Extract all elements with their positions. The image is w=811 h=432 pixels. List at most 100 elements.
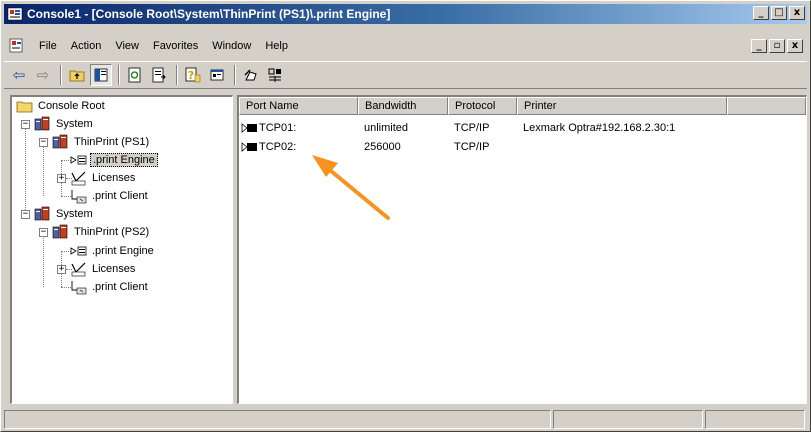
- back-button[interactable]: ⇦: [8, 64, 30, 86]
- tree-item-print-client-ps2[interactable]: .print Client: [70, 278, 150, 296]
- tree-item-label: Licenses: [92, 172, 136, 184]
- tree-item-console-root[interactable]: Console Root: [16, 97, 107, 115]
- export-list-icon: [152, 67, 166, 83]
- port-name: TCP02:: [259, 141, 297, 153]
- tree-collapse-toggle[interactable]: −: [39, 228, 48, 237]
- export-list-button[interactable]: [148, 64, 170, 86]
- child-minimize-button[interactable]: _: [751, 39, 767, 53]
- show-hide-tree-icon: [94, 68, 108, 82]
- toolbar-separator: [60, 65, 62, 85]
- tree-item-system-1[interactable]: System: [34, 115, 95, 133]
- port-name: TCP01:: [259, 122, 297, 134]
- tree-item-label: System: [56, 208, 93, 220]
- status-section-middle: [553, 410, 703, 429]
- column-header-empty[interactable]: [727, 97, 806, 115]
- thinprint-icon: [52, 134, 68, 149]
- menu-action[interactable]: Action: [64, 40, 109, 52]
- tree-item-print-client-ps1[interactable]: .print Client: [70, 187, 150, 205]
- tree-line: [25, 124, 26, 214]
- refresh-button[interactable]: [124, 64, 146, 86]
- tree-item-label: System: [56, 118, 93, 130]
- tree-collapse-toggle[interactable]: −: [39, 138, 48, 147]
- tree-item-thinprint-ps1[interactable]: ThinPrint (PS1): [52, 133, 151, 151]
- list-item-tcp02[interactable]: TCP02: 256000 TCP/IP: [239, 138, 727, 156]
- tool-a-icon: [244, 69, 257, 81]
- licenses-icon: [71, 171, 86, 186]
- tree-item-print-engine-ps2[interactable]: .print Engine: [70, 242, 156, 260]
- up-one-level-button[interactable]: [66, 64, 88, 86]
- tree-expand-toggle[interactable]: +: [57, 265, 66, 274]
- forward-arrow-icon: ⇨: [36, 67, 50, 84]
- tool-b-icon: [268, 68, 281, 82]
- tree-item-label: Console Root: [38, 100, 105, 112]
- tree-collapse-toggle[interactable]: −: [21, 210, 30, 219]
- menu-file[interactable]: File: [32, 40, 64, 52]
- list-item-tcp01[interactable]: TCP01: unlimited TCP/IP Lexmark Optra#19…: [239, 119, 727, 137]
- protocol-cell: TCP/IP: [454, 122, 490, 134]
- tree-item-label: Licenses: [92, 263, 136, 275]
- forward-button[interactable]: ⇨: [32, 64, 54, 86]
- menu-view[interactable]: View: [108, 40, 146, 52]
- print-client-icon: [71, 281, 87, 295]
- mmc-app-icon: [7, 7, 23, 21]
- column-header-protocol[interactable]: Protocol: [448, 97, 517, 115]
- column-header-bandwidth[interactable]: Bandwidth: [358, 97, 448, 115]
- result-list[interactable]: Port Name Bandwidth Protocol Printer TCP…: [237, 95, 807, 404]
- tree-line: [43, 233, 44, 287]
- properties-icon: [210, 69, 224, 81]
- show-hide-tree-button[interactable]: [90, 64, 112, 86]
- status-section-right: [705, 410, 805, 429]
- toolbar: ⇦ ⇨ ?: [4, 61, 807, 89]
- refresh-icon: [128, 67, 141, 83]
- minimize-button[interactable]: _: [753, 6, 769, 20]
- tree-item-label: .print Engine: [92, 245, 154, 257]
- tree-expand-toggle[interactable]: +: [57, 174, 66, 183]
- close-button[interactable]: x: [789, 6, 805, 20]
- help-button[interactable]: ?: [182, 64, 204, 86]
- mmc-window: Console1 - [Console Root\System\ThinPrin…: [0, 0, 811, 432]
- print-engine-icon: [70, 246, 87, 256]
- tree-item-print-engine-ps1[interactable]: .print Engine: [70, 151, 158, 169]
- column-header-printer[interactable]: Printer: [517, 97, 727, 115]
- toolbar-separator: [118, 65, 120, 85]
- column-header-port-name[interactable]: Port Name: [239, 97, 358, 115]
- child-restore-button[interactable]: ▫: [769, 39, 785, 53]
- tree-item-licenses-ps2[interactable]: Licenses: [70, 260, 137, 278]
- up-folder-icon: [69, 70, 85, 82]
- printer-cell: Lexmark Optra#192.168.2.30:1: [523, 122, 676, 134]
- tree-item-thinprint-ps2[interactable]: ThinPrint (PS2): [52, 223, 151, 241]
- port-name-cell: TCP01:: [239, 122, 358, 134]
- title-bar[interactable]: Console1 - [Console Root\System\ThinPrin…: [4, 4, 807, 24]
- svg-text:?: ?: [188, 69, 194, 82]
- tree-collapse-toggle[interactable]: −: [21, 120, 30, 129]
- server-icon: [34, 206, 50, 221]
- column-headers: Port Name Bandwidth Protocol Printer: [239, 97, 806, 115]
- bandwidth-cell: 256000: [364, 141, 401, 153]
- port-icon: [241, 142, 257, 152]
- properties-button[interactable]: [206, 64, 228, 86]
- toolbar-separator: [234, 65, 236, 85]
- menu-bar: File Action View Favorites Window Help _…: [4, 35, 807, 57]
- tree-item-label: ThinPrint (PS1): [74, 136, 150, 148]
- caption-buttons: _ □ x: [751, 6, 805, 20]
- menu-help[interactable]: Help: [258, 40, 295, 52]
- menu-favorites[interactable]: Favorites: [146, 40, 205, 52]
- protocol-cell: TCP/IP: [454, 141, 490, 153]
- tree-item-label: ThinPrint (PS2): [74, 226, 150, 238]
- tool-b-button[interactable]: [264, 64, 286, 86]
- console-doc-icon[interactable]: [8, 37, 26, 55]
- menu-window[interactable]: Window: [205, 40, 258, 52]
- print-engine-icon: [70, 155, 87, 165]
- status-bar: [4, 410, 807, 429]
- port-name-cell: TCP02:: [239, 141, 358, 153]
- tree-item-licenses-ps1[interactable]: Licenses: [70, 169, 137, 187]
- tree-item-system-2[interactable]: System: [34, 205, 95, 223]
- maximize-button[interactable]: □: [771, 6, 787, 20]
- child-close-button[interactable]: x: [787, 39, 803, 53]
- thinprint-icon: [52, 224, 68, 239]
- status-section-main: [4, 410, 551, 429]
- console-tree[interactable]: Console Root − System − ThinPrint (PS1): [10, 95, 233, 404]
- toolbar-separator: [176, 65, 178, 85]
- tree-item-label: .print Engine: [90, 153, 158, 167]
- tool-a-button[interactable]: [240, 64, 262, 86]
